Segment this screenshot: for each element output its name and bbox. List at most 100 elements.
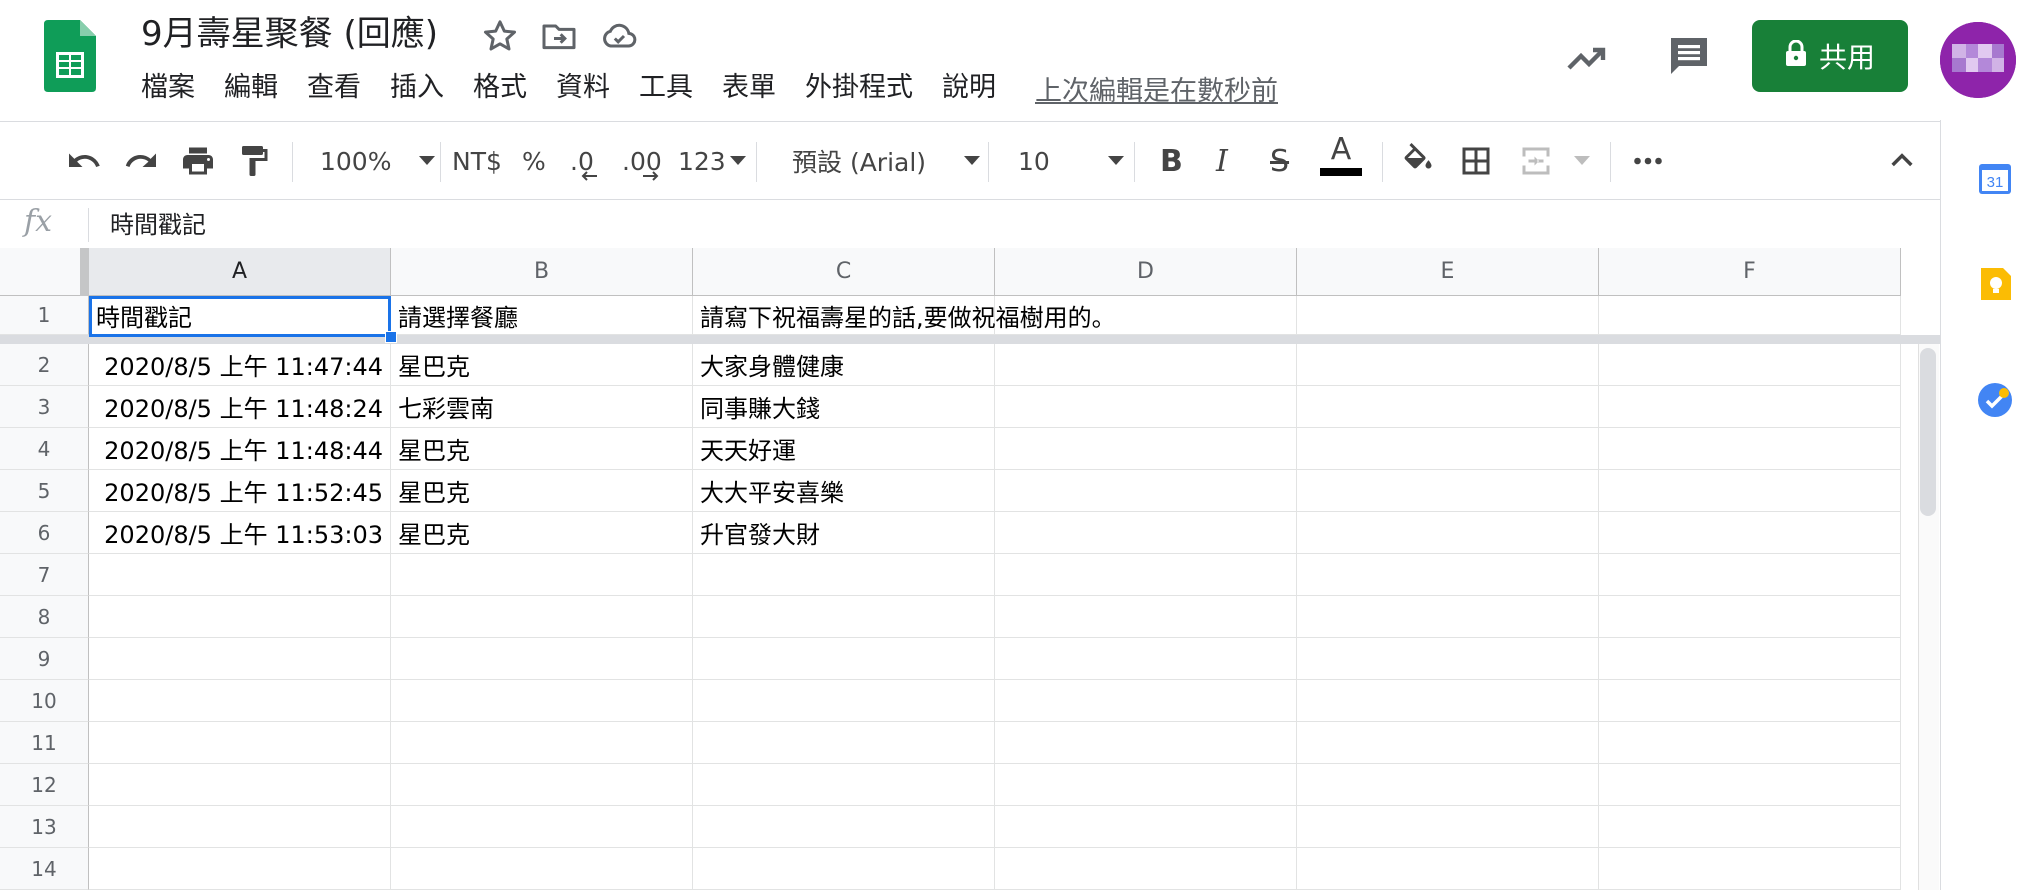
paint-format-icon[interactable] [236, 140, 272, 182]
cell-d10[interactable] [995, 680, 1297, 722]
row-header-2[interactable]: 2 [0, 344, 89, 386]
select-all-corner[interactable] [0, 248, 89, 296]
cell-f3[interactable] [1599, 386, 1901, 428]
merge-dropdown-arrow-icon[interactable] [1574, 140, 1590, 182]
row-header-7[interactable]: 7 [0, 554, 89, 596]
menu-tools[interactable]: 工具 [639, 66, 693, 110]
cell-c7[interactable] [693, 554, 995, 596]
tasks-icon[interactable] [1977, 382, 2013, 418]
cell-f11[interactable] [1599, 722, 1901, 764]
cell-f1[interactable] [1599, 296, 1901, 335]
cell-b13[interactable] [391, 806, 693, 848]
borders-icon[interactable] [1458, 140, 1494, 182]
cell-e1[interactable] [1297, 296, 1599, 335]
avatar[interactable] [1940, 22, 2016, 98]
cell-d11[interactable] [995, 722, 1297, 764]
document-title[interactable]: 9月壽星聚餐 (回應) [141, 12, 438, 56]
menu-insert[interactable]: 插入 [390, 66, 444, 110]
cell-d12[interactable] [995, 764, 1297, 806]
cell-a3[interactable]: 2020/8/5 上午 11:48:24 [89, 386, 391, 428]
cell-f13[interactable] [1599, 806, 1901, 848]
cell-e11[interactable] [1297, 722, 1599, 764]
cell-b4[interactable]: 星巴克 [391, 428, 693, 470]
column-header-a[interactable]: A [89, 248, 391, 296]
last-edit-link[interactable]: 上次編輯是在數秒前 [1035, 69, 1278, 108]
cell-e14[interactable] [1297, 848, 1599, 890]
cell-a5[interactable]: 2020/8/5 上午 11:52:45 [89, 470, 391, 512]
scrollbar-thumb[interactable] [1920, 348, 1936, 516]
cell-f5[interactable] [1599, 470, 1901, 512]
cell-b3[interactable]: 七彩雲南 [391, 386, 693, 428]
strikethrough-button[interactable]: S [1270, 140, 1289, 182]
undo-icon[interactable] [66, 140, 102, 182]
cell-a13[interactable] [89, 806, 391, 848]
cell-e9[interactable] [1297, 638, 1599, 680]
bold-button[interactable]: B [1160, 140, 1183, 182]
row-header-3[interactable]: 3 [0, 386, 89, 428]
formula-input[interactable]: 時間戳記 [110, 208, 206, 242]
freeze-handle[interactable] [80, 248, 89, 296]
menu-file[interactable]: 檔案 [141, 66, 195, 110]
formula-bar[interactable]: fx 時間戳記 [0, 200, 1940, 248]
cell-f14[interactable] [1599, 848, 1901, 890]
italic-button[interactable]: I [1216, 140, 1228, 182]
cell-c11[interactable] [693, 722, 995, 764]
fill-color-icon[interactable] [1400, 140, 1436, 182]
column-header-f[interactable]: F [1599, 248, 1901, 296]
cell-b11[interactable] [391, 722, 693, 764]
cell-f9[interactable] [1599, 638, 1901, 680]
cell-a4[interactable]: 2020/8/5 上午 11:48:44 [89, 428, 391, 470]
fill-handle[interactable] [385, 331, 397, 343]
cell-c9[interactable] [693, 638, 995, 680]
cell-b6[interactable]: 星巴克 [391, 512, 693, 554]
move-folder-icon[interactable] [539, 16, 579, 56]
cell-e2[interactable] [1297, 344, 1599, 386]
cell-f12[interactable] [1599, 764, 1901, 806]
cell-c1[interactable]: 請寫下祝福壽星的話,要做祝福樹用的。 [693, 296, 1116, 335]
menu-form[interactable]: 表單 [722, 66, 776, 110]
zoom-select[interactable]: 100% [320, 140, 436, 182]
row-header-8[interactable]: 8 [0, 596, 89, 638]
cell-a8[interactable] [89, 596, 391, 638]
cell-e8[interactable] [1297, 596, 1599, 638]
cell-a9[interactable] [89, 638, 391, 680]
cell-e3[interactable] [1297, 386, 1599, 428]
cell-b2[interactable]: 星巴克 [391, 344, 693, 386]
cell-c2[interactable]: 大家身體健康 [693, 344, 995, 386]
cell-c3[interactable]: 同事賺大錢 [693, 386, 995, 428]
cell-e5[interactable] [1297, 470, 1599, 512]
calendar-icon[interactable]: 31 [1977, 160, 2013, 196]
increase-decimal-button[interactable]: .00 [622, 140, 662, 182]
cell-d5[interactable] [995, 470, 1297, 512]
cell-c10[interactable] [693, 680, 995, 722]
cell-a11[interactable] [89, 722, 391, 764]
keep-icon[interactable] [1977, 266, 2013, 302]
redo-icon[interactable] [123, 140, 159, 182]
cell-b7[interactable] [391, 554, 693, 596]
more-options-icon[interactable] [1630, 140, 1666, 182]
cell-e4[interactable] [1297, 428, 1599, 470]
currency-format-button[interactable]: NT$ [452, 140, 502, 182]
cell-a7[interactable] [89, 554, 391, 596]
cell-e6[interactable] [1297, 512, 1599, 554]
row-header-14[interactable]: 14 [0, 848, 89, 890]
merge-cells-icon[interactable] [1518, 140, 1554, 182]
row-header-11[interactable]: 11 [0, 722, 89, 764]
row-header-1[interactable]: 1 [0, 296, 89, 335]
cell-d3[interactable] [995, 386, 1297, 428]
cell-d6[interactable] [995, 512, 1297, 554]
cell-e10[interactable] [1297, 680, 1599, 722]
percent-format-button[interactable]: % [522, 140, 546, 182]
row-header-9[interactable]: 9 [0, 638, 89, 680]
cell-a6[interactable]: 2020/8/5 上午 11:53:03 [89, 512, 391, 554]
row-header-6[interactable]: 6 [0, 512, 89, 554]
cell-e7[interactable] [1297, 554, 1599, 596]
cell-a12[interactable] [89, 764, 391, 806]
cell-a14[interactable] [89, 848, 391, 890]
cell-c14[interactable] [693, 848, 995, 890]
row-header-10[interactable]: 10 [0, 680, 89, 722]
more-formats-button[interactable]: 123 [678, 140, 746, 182]
row-header-13[interactable]: 13 [0, 806, 89, 848]
sheets-logo-icon[interactable] [44, 20, 96, 92]
cell-b1[interactable]: 請選擇餐廳 [391, 296, 693, 335]
